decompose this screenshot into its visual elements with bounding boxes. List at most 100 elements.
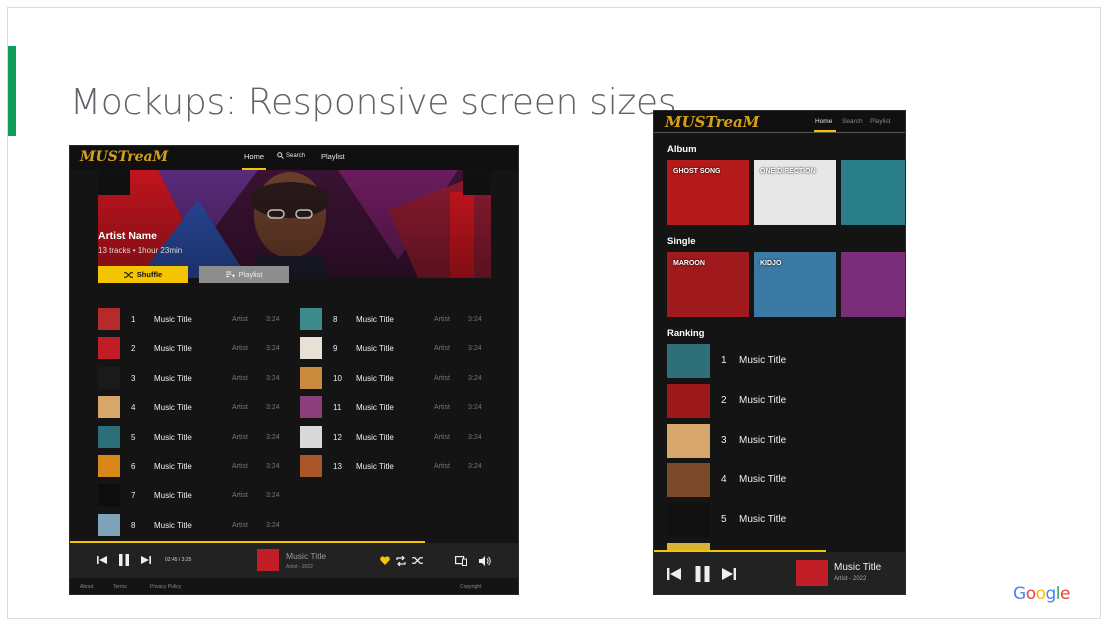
volume-icon[interactable] xyxy=(479,555,491,566)
mobile-next-icon[interactable] xyxy=(721,566,737,582)
track-artist: Artist xyxy=(434,404,450,412)
pause-icon[interactable] xyxy=(117,553,131,567)
track-row[interactable]: 7 Music Title Artist 3:24 xyxy=(98,484,298,508)
track-row[interactable]: 2 Music Title Artist 3:24 xyxy=(98,337,298,361)
track-artwork xyxy=(98,396,120,419)
single-tile-label: MAROON xyxy=(673,260,705,267)
track-row[interactable]: 3 Music Title Artist 3:24 xyxy=(98,366,298,391)
artist-hero-image xyxy=(98,170,491,278)
ranking-section-title: Ranking xyxy=(667,328,705,339)
track-number: 6 xyxy=(131,462,136,471)
heart-icon[interactable] xyxy=(379,555,390,566)
shuffle-button[interactable]: Shuffle xyxy=(98,266,188,283)
ranking-number: 5 xyxy=(721,514,727,526)
nav-playlist[interactable]: Playlist xyxy=(321,152,345,161)
single-tile[interactable]: KIDJO xyxy=(754,252,836,317)
ranking-row[interactable]: 1 Music Title xyxy=(667,344,897,380)
mobile-previous-icon[interactable] xyxy=(666,566,682,582)
desktop-logo[interactable]: MUSTreaM xyxy=(80,149,168,165)
single-tile-label: KIDJO xyxy=(760,260,782,267)
track-artwork xyxy=(98,513,120,536)
single-tile[interactable] xyxy=(841,252,905,317)
slide-title: Mockups: Responsive screen sizes xyxy=(70,82,677,123)
ranking-row[interactable]: 2 Music Title xyxy=(667,383,897,420)
track-row[interactable]: 11 Music Title Artist 3:24 xyxy=(300,396,500,420)
track-artwork xyxy=(300,337,322,360)
ranking-title: Music Title xyxy=(739,355,787,366)
track-artist: Artist xyxy=(434,374,450,382)
track-title: Music Title xyxy=(356,432,394,442)
track-row[interactable]: 5 Music Title Artist 3:24 xyxy=(98,425,298,450)
nav-search-label: Search xyxy=(286,152,306,159)
track-number: 8 xyxy=(131,520,136,530)
track-title: Music Title xyxy=(356,344,394,354)
track-artwork xyxy=(98,337,120,360)
track-artwork xyxy=(98,484,120,507)
track-duration: 3:24 xyxy=(266,492,280,500)
track-duration: 3:24 xyxy=(266,316,280,323)
track-row[interactable]: 10 Music Title Artist 3:24 xyxy=(300,366,500,391)
shuffle-toggle-icon[interactable] xyxy=(411,555,423,566)
mobile-pause-icon[interactable] xyxy=(693,565,711,583)
footer-about-link[interactable]: About xyxy=(80,584,93,590)
track-title: Music Title xyxy=(356,373,394,383)
track-title: Music Title xyxy=(356,462,394,471)
footer-terms-link[interactable]: Terms xyxy=(113,584,127,590)
mobile-logo[interactable]: MUSTreaM xyxy=(665,113,759,131)
track-row[interactable]: 12 Music Title Artist 3:24 xyxy=(300,425,500,450)
ranking-number: 2 xyxy=(721,394,727,406)
add-playlist-label: Playlist xyxy=(238,270,263,279)
track-number: 8 xyxy=(333,315,338,324)
repeat-icon[interactable] xyxy=(395,555,406,566)
track-artist: Artist xyxy=(232,345,248,353)
track-duration: 3:24 xyxy=(468,404,482,412)
track-row[interactable]: 9 Music Title Artist 3:24 xyxy=(300,337,500,361)
google-logo: Google xyxy=(1013,584,1070,604)
ranking-row[interactable]: 4 Music Title xyxy=(667,463,897,499)
track-artist: Artist xyxy=(232,404,248,412)
track-title: Music Title xyxy=(154,403,192,413)
single-section-title: Single xyxy=(667,236,696,247)
ranking-next-thumb-partial xyxy=(667,543,710,550)
ranking-row[interactable]: 5 Music Title xyxy=(667,503,897,539)
footer-privacy-link[interactable]: Privacy Policy xyxy=(150,584,181,590)
track-artwork xyxy=(300,396,322,419)
track-duration: 3:24 xyxy=(468,374,482,382)
next-icon[interactable] xyxy=(140,554,152,566)
playlist-add-icon xyxy=(225,271,235,277)
nav-search[interactable]: Search xyxy=(277,152,305,159)
track-number: 7 xyxy=(131,491,136,501)
track-artist: Artist xyxy=(434,345,450,353)
track-number: 13 xyxy=(333,462,342,471)
track-row[interactable]: 8 Music Title Artist 3:24 xyxy=(98,513,298,538)
track-row[interactable]: 1 Music Title Artist 3:24 xyxy=(98,308,298,332)
album-tile[interactable]: GHOST SONG xyxy=(667,160,749,225)
track-row[interactable]: 8 Music Title Artist 3:24 xyxy=(300,308,500,332)
track-title: Music Title xyxy=(154,462,192,471)
add-playlist-button[interactable]: Playlist xyxy=(199,266,289,283)
ranking-number: 3 xyxy=(721,434,727,446)
track-artwork xyxy=(300,425,322,448)
album-tile[interactable]: ONE DIRECTION xyxy=(754,160,836,225)
mobile-nav-search[interactable]: Search xyxy=(842,118,863,125)
mobile-nav-playlist[interactable]: Playlist xyxy=(870,118,891,125)
album-section-title: Album xyxy=(667,144,697,155)
track-artist: Artist xyxy=(434,316,450,323)
device-icon[interactable] xyxy=(455,555,467,566)
single-tile[interactable]: MAROON xyxy=(667,252,749,317)
mobile-nav-active-indicator xyxy=(814,130,836,132)
track-row[interactable]: 4 Music Title Artist 3:24 xyxy=(98,396,298,420)
track-number: 4 xyxy=(131,403,136,413)
ranking-row[interactable]: 3 Music Title xyxy=(667,423,897,460)
track-number: 10 xyxy=(333,373,342,383)
desktop-player-bar: 02:45 / 3:25 Music Title Artist - 2022 xyxy=(70,543,518,578)
track-artist: Artist xyxy=(232,316,248,323)
previous-icon[interactable] xyxy=(96,554,108,566)
desktop-navbar: MUSTreaM Home Search Playlist xyxy=(70,146,518,170)
nav-home[interactable]: Home xyxy=(244,152,264,161)
track-row[interactable]: 13 Music Title Artist 3:24 xyxy=(300,455,500,479)
track-row[interactable]: 6 Music Title Artist 3:24 xyxy=(98,455,298,479)
album-tile[interactable] xyxy=(841,160,905,225)
track-title: Music Title xyxy=(154,432,192,442)
mobile-nav-home[interactable]: Home xyxy=(815,118,832,125)
